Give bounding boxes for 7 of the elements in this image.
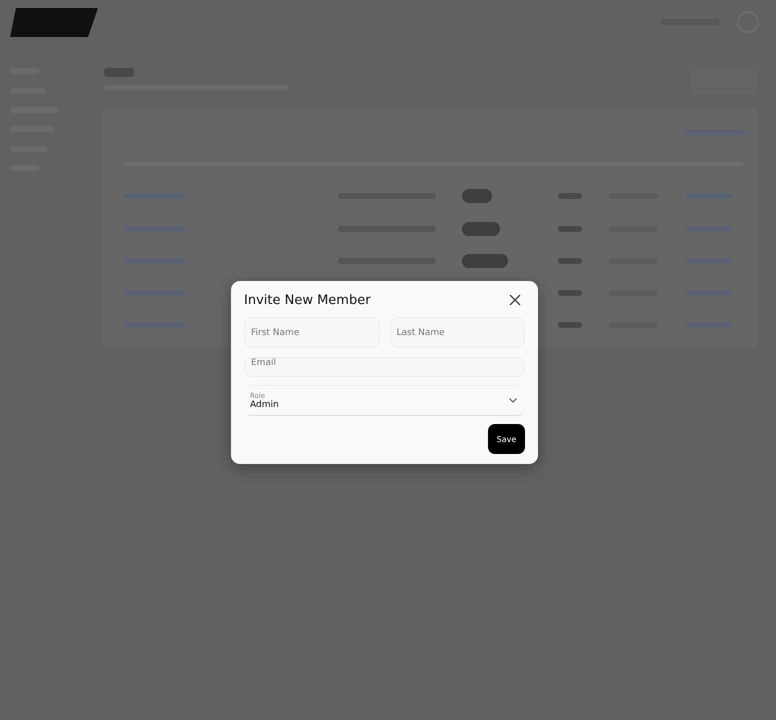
close-icon[interactable] (509, 294, 521, 306)
chevron-down-icon (509, 398, 517, 403)
name-input-field[interactable]: First Name (244, 317, 380, 348)
save-button[interactable]: Save (488, 424, 525, 454)
name-input-field[interactable]: Last Name (390, 317, 525, 348)
dialog-title: Invite New Member (244, 292, 371, 308)
email-input-field[interactable]: Email (244, 357, 525, 377)
